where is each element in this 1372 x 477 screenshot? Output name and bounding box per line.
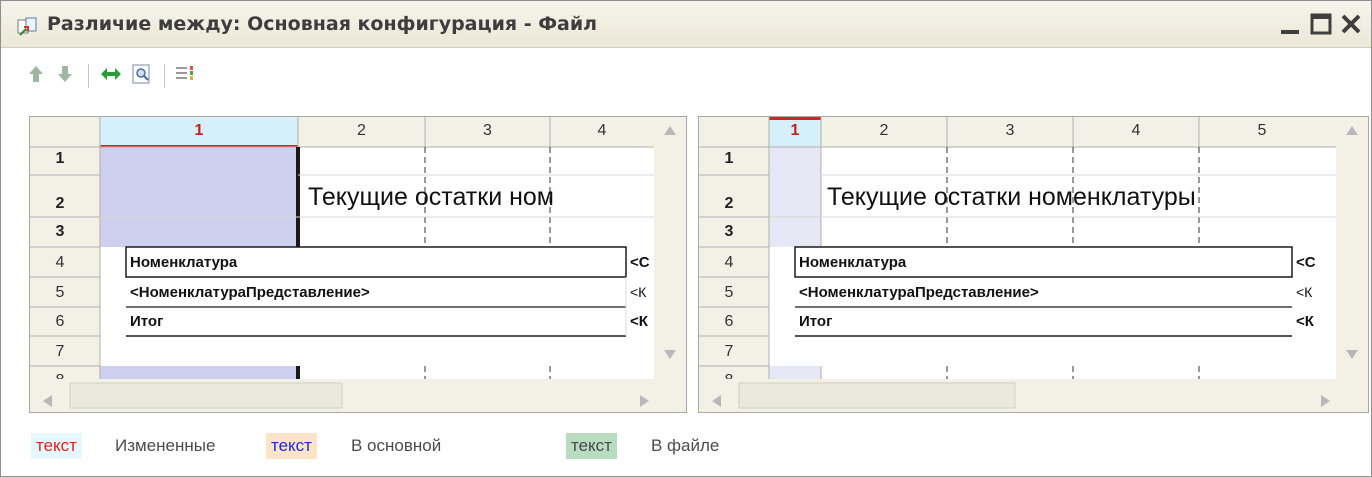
- list-options-icon[interactable]: [173, 62, 197, 86]
- right-cell-r5-right: <К: [1296, 284, 1313, 300]
- right-cell-total: Итог: [799, 313, 833, 330]
- left-cell-total: Итог: [130, 313, 164, 330]
- row-header-1[interactable]: 1: [30, 150, 90, 168]
- left-cell-nomenclature-repr: <НоменклатураПредставление>: [130, 284, 370, 301]
- right-cell-nomenclature: Номенклатура: [799, 254, 907, 271]
- row-header-3[interactable]: 3: [699, 223, 759, 241]
- col-header-1[interactable]: 1: [769, 122, 821, 140]
- legend-swatch-changed: текст: [31, 433, 82, 459]
- sync-icon[interactable]: [99, 62, 123, 86]
- legend-label-changed: Измененные: [115, 436, 216, 455]
- magnifier-icon[interactable]: [130, 62, 154, 86]
- toolbar-separator: [164, 64, 165, 88]
- row-header-8[interactable]: 8: [30, 372, 90, 379]
- row-header-8[interactable]: 8: [699, 372, 759, 379]
- col-header-2[interactable]: 2: [298, 122, 425, 140]
- compare-files-icon: [17, 17, 37, 36]
- right-cell-nomenclature-repr: <НоменклатураПредставление>: [799, 284, 1039, 301]
- right-spreadsheet[interactable]: 1 2 3 4 5 1 2 3 4 5 6 7 8 Текущие остатк…: [698, 116, 1369, 413]
- down-arrow-icon[interactable]: [53, 62, 77, 86]
- toolbar: [1, 48, 1371, 102]
- minimize-icon[interactable]: [1277, 9, 1305, 39]
- col-header-2[interactable]: 2: [821, 122, 947, 140]
- row-header-5[interactable]: 5: [30, 284, 90, 302]
- window-title: Различие между: Основная конфигурация - …: [47, 13, 598, 35]
- col-header-3[interactable]: 3: [425, 122, 550, 140]
- title-bar: Различие между: Основная конфигурация - …: [1, 1, 1371, 48]
- col-header-1[interactable]: 1: [100, 122, 298, 140]
- left-title-cell: Текущие остатки ном: [308, 183, 554, 211]
- right-cell-r4-right: <С: [1296, 254, 1316, 271]
- row-header-7[interactable]: 7: [30, 343, 90, 361]
- diff-window: Различие между: Основная конфигурация - …: [0, 0, 1372, 477]
- row-header-6[interactable]: 6: [699, 313, 759, 331]
- col-header-4[interactable]: 4: [1073, 122, 1199, 140]
- row-header-4[interactable]: 4: [699, 254, 759, 272]
- col-header-5[interactable]: 5: [1199, 122, 1325, 140]
- row-header-7[interactable]: 7: [699, 343, 759, 361]
- toolbar-separator: [88, 64, 89, 88]
- left-cell-r6-right: <К: [630, 313, 648, 330]
- legend-swatch-main: текст: [266, 433, 317, 459]
- legend-label-file: В файле: [651, 436, 720, 455]
- close-icon[interactable]: [1338, 9, 1366, 39]
- up-arrow-icon[interactable]: [24, 62, 48, 86]
- legend-swatch-file: текст: [566, 433, 617, 459]
- row-header-2[interactable]: 2: [30, 195, 90, 213]
- row-header-3[interactable]: 3: [30, 223, 90, 241]
- legend: текст Измененные текст В основной текст …: [1, 425, 1371, 465]
- row-header-6[interactable]: 6: [30, 313, 90, 331]
- right-cell-r6-right: <К: [1296, 313, 1314, 330]
- col-header-4[interactable]: 4: [550, 122, 654, 140]
- col-header-3[interactable]: 3: [947, 122, 1073, 140]
- left-cell-nomenclature: Номенклатура: [130, 254, 238, 271]
- legend-label-main: В основной: [351, 436, 442, 455]
- right-title-cell: Текущие остатки номенклатуры: [827, 183, 1196, 211]
- row-header-5[interactable]: 5: [699, 284, 759, 302]
- left-cell-r5-right: <К: [630, 284, 647, 300]
- left-grid-canvas: [30, 117, 686, 412]
- row-header-4[interactable]: 4: [30, 254, 90, 272]
- maximize-icon[interactable]: [1308, 9, 1336, 39]
- row-header-1[interactable]: 1: [699, 150, 759, 168]
- left-cell-r4-right: <С: [630, 254, 650, 271]
- left-spreadsheet[interactable]: 1 2 3 4 1 2 3 4 5 6 7 8 Текущие остатки …: [29, 116, 687, 413]
- row-header-2[interactable]: 2: [699, 195, 759, 213]
